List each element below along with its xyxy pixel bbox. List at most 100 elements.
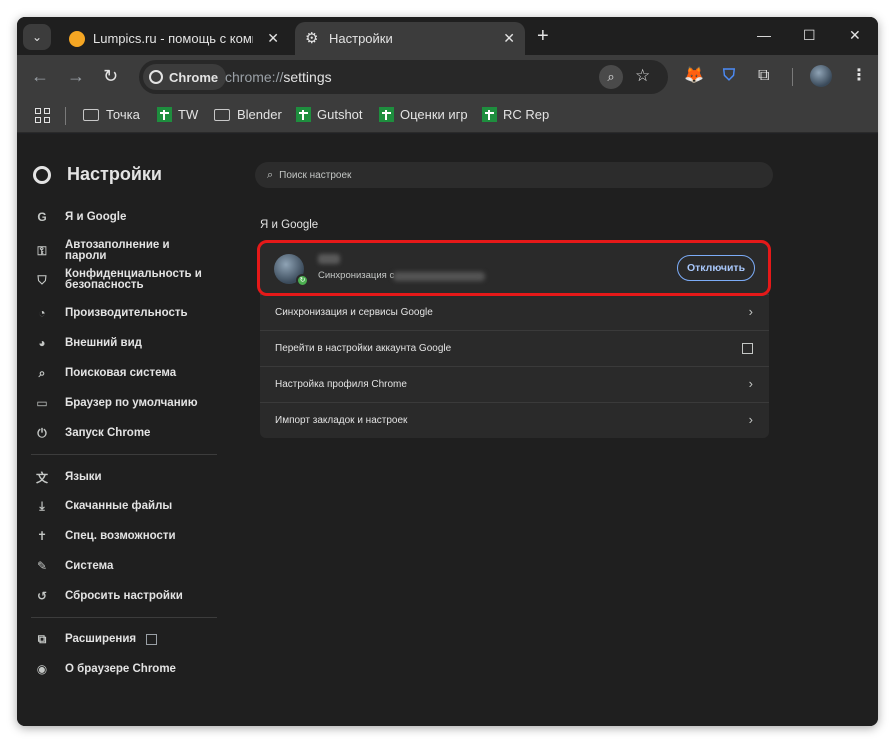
- bookmark-rc-rep[interactable]: RC Rep: [482, 107, 549, 122]
- settings-row-sync-services[interactable]: Синхронизация и сервисы Google ›: [260, 294, 769, 330]
- bookmarks-divider: [65, 107, 66, 125]
- folder-icon: [83, 108, 99, 121]
- search-icon: ⌕: [267, 168, 274, 181]
- extensions-puzzle-icon[interactable]: ⧉: [758, 67, 769, 85]
- reload-icon[interactable]: ↻: [103, 67, 118, 85]
- maximize-icon[interactable]: ☐: [803, 27, 816, 44]
- bitwarden-extension-icon[interactable]: ⛉: [723, 67, 735, 85]
- tab-lumpics[interactable]: Lumpics.ru - помощь с компью ✕: [59, 22, 289, 55]
- tab-strip: ⌄ Lumpics.ru - помощь с компью ✕ ⚙ Настр…: [17, 17, 878, 55]
- back-arrow-icon[interactable]: ←: [31, 67, 49, 85]
- sidebar-item-privacy[interactable]: ⛉ Конфиденциальность и безопасность: [17, 268, 217, 291]
- bookmark-tochka[interactable]: Точка: [83, 107, 140, 122]
- close-window-icon[interactable]: ✕: [849, 27, 861, 44]
- apps-grid-icon[interactable]: [35, 108, 51, 124]
- sidebar-item-system[interactable]: ✎ Система: [17, 559, 217, 573]
- bookmark-ocenki[interactable]: Оценки игр: [379, 107, 468, 122]
- site-info-chip[interactable]: Chrome: [143, 64, 227, 90]
- sidebar-item-about-chrome[interactable]: ◉ О браузере Chrome: [17, 662, 217, 676]
- bookmark-label: TW: [178, 107, 199, 122]
- address-bar[interactable]: Chrome chrome://settings ⌕ ☆: [139, 60, 668, 94]
- sidebar-item-on-startup[interactable]: ⏻ Запуск Chrome: [17, 426, 217, 441]
- speedometer-icon: ◔: [38, 306, 46, 320]
- wrench-icon: ✎: [36, 559, 48, 573]
- download-icon: ⤓: [39, 499, 45, 513]
- bookmark-tw[interactable]: TW: [157, 107, 198, 122]
- power-icon: ⏻: [37, 426, 47, 440]
- bookmark-blender[interactable]: Blender: [214, 107, 282, 122]
- sidebar-item-default-browser[interactable]: ▭ Браузер по умолчанию: [17, 396, 217, 410]
- profile-avatar[interactable]: [810, 65, 832, 87]
- settings-sidebar: Настройки G Я и Google ⚿ Автозаполнение …: [17, 134, 217, 726]
- lumpics-favicon-icon: [69, 30, 85, 47]
- minimize-icon[interactable]: —: [757, 27, 771, 43]
- external-link-icon: [742, 343, 753, 354]
- external-link-icon: [146, 634, 158, 645]
- sidebar-item-languages[interactable]: 文 Языки: [17, 469, 217, 486]
- bookmark-label: Оценки игр: [400, 107, 468, 122]
- accessibility-icon: ✝: [36, 529, 48, 543]
- search-placeholder: Поиск настроек: [279, 169, 352, 181]
- chrome-icon: ◉: [36, 662, 48, 676]
- key-icon: ⚿: [37, 243, 47, 258]
- search-icon: ⌕: [38, 366, 46, 380]
- chip-label: Chrome: [169, 69, 219, 85]
- gear-icon: ⚙: [305, 29, 319, 47]
- sheets-icon: [296, 107, 311, 122]
- sidebar-item-accessibility[interactable]: ✝ Спец. возможности: [17, 529, 217, 543]
- sheets-icon: [157, 107, 172, 122]
- more-menu-icon[interactable]: ⋮: [851, 67, 867, 85]
- sheets-icon: [379, 107, 394, 122]
- sidebar-item-autofill[interactable]: ⚿ Автозаполнение и пароли: [17, 239, 217, 262]
- settings-header: Настройки: [33, 164, 162, 185]
- reset-icon: ↺: [36, 589, 48, 603]
- new-tab-button[interactable]: +: [537, 26, 549, 46]
- page-title: Настройки: [67, 164, 162, 184]
- chevron-right-icon: ›: [748, 304, 753, 319]
- tab-title: Настройки: [329, 31, 393, 46]
- tab-settings[interactable]: ⚙ Настройки ✕: [295, 22, 525, 55]
- settings-search-input[interactable]: ⌕ Поиск настроек: [255, 162, 773, 188]
- toolbar: ← → ↻ Chrome chrome://settings ⌕ ☆ 🦊 ⛉ ⧉…: [17, 55, 878, 99]
- toolbar-divider: [792, 68, 793, 86]
- bookmark-label: Точка: [106, 107, 140, 122]
- settings-page: Настройки G Я и Google ⚿ Автозаполнение …: [17, 134, 878, 726]
- sidebar-item-reset[interactable]: ↺ Сбросить настройки: [17, 589, 217, 603]
- section-title: Я и Google: [260, 219, 319, 231]
- shield-icon: ⛉: [37, 272, 47, 287]
- settings-row-import[interactable]: Импорт закладок и настроек ›: [260, 402, 769, 438]
- tab-search-button[interactable]: ⌄: [23, 24, 51, 50]
- puzzle-icon: ⧉: [37, 632, 47, 646]
- chrome-logo-icon: [33, 165, 51, 184]
- forward-arrow-icon[interactable]: →: [67, 67, 85, 85]
- chevron-down-icon: ⌄: [31, 30, 43, 44]
- palette-icon: ◕: [38, 336, 46, 350]
- sidebar-item-you-and-google[interactable]: G Я и Google: [17, 210, 217, 224]
- google-icon: G: [37, 210, 47, 224]
- zoom-icon[interactable]: ⌕: [599, 65, 623, 89]
- chevron-right-icon: ›: [748, 376, 753, 391]
- close-icon[interactable]: ✕: [267, 30, 279, 47]
- sidebar-divider: [31, 617, 217, 618]
- sidebar-item-downloads[interactable]: ⤓ Скачанные файлы: [17, 499, 217, 514]
- sidebar-item-performance[interactable]: ◔ Производительность: [17, 306, 217, 320]
- sidebar-item-search-engine[interactable]: ⌕ Поисковая система: [17, 366, 217, 381]
- tab-title: Lumpics.ru - помощь с компью: [93, 31, 253, 46]
- fox-extension-icon[interactable]: 🦊: [684, 67, 704, 85]
- chevron-right-icon: ›: [748, 412, 753, 427]
- settings-row-google-account[interactable]: Перейти в настройки аккаунта Google: [260, 330, 769, 366]
- url-text: chrome://settings: [225, 69, 332, 85]
- bookmark-gutshot[interactable]: Gutshot: [296, 107, 363, 122]
- folder-icon: [214, 108, 230, 121]
- settings-row-chrome-profile[interactable]: Настройка профиля Chrome ›: [260, 366, 769, 402]
- browser-window: ⌄ Lumpics.ru - помощь с компью ✕ ⚙ Настр…: [17, 17, 878, 726]
- close-icon[interactable]: ✕: [503, 30, 515, 47]
- chrome-icon: [149, 70, 163, 84]
- sidebar-item-appearance[interactable]: ◕ Внешний вид: [17, 336, 217, 350]
- bookmark-label: Blender: [237, 107, 282, 122]
- highlight-annotation: [257, 240, 771, 296]
- bookmark-star-icon[interactable]: ☆: [635, 66, 650, 86]
- sidebar-item-extensions[interactable]: ⧉ Расширения: [17, 632, 217, 647]
- sheets-icon: [482, 107, 497, 122]
- bookmarks-bar: Точка TW Blender Gutshot Оценки игр RC R…: [17, 99, 878, 133]
